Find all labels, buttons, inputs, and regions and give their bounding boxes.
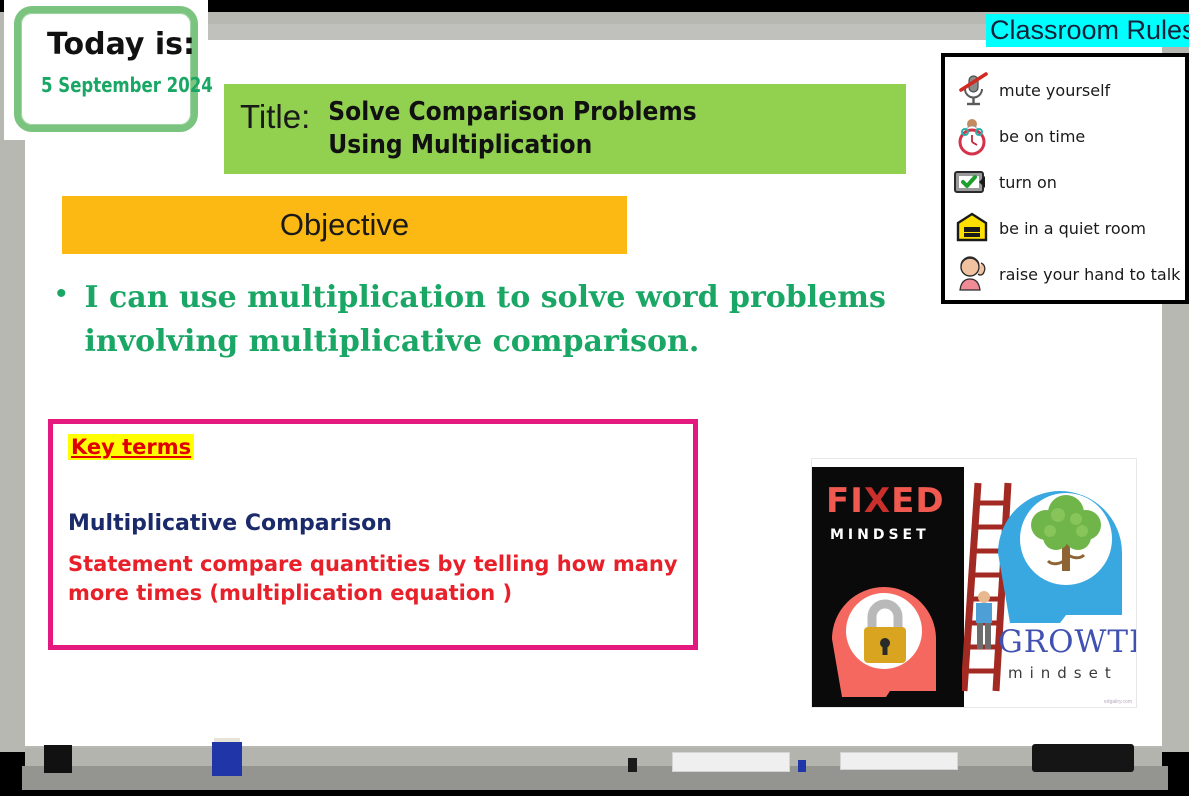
rule-item-quiet-room: be in a quiet room [953, 205, 1177, 251]
rule-label-on-time: be on time [999, 126, 1086, 146]
key-terms-heading: Key terms [68, 434, 195, 460]
fixed-mindset-title: FIXED [826, 481, 945, 521]
fixed-mindset-subtitle: MINDSET [830, 527, 930, 543]
muted-microphone-icon [953, 70, 993, 110]
classroom-rules-title: Classroom Rules [986, 14, 1189, 47]
today-is-card-border: Today is: 5 September 2024 [14, 6, 213, 132]
rule-label-quiet-room: be in a quiet room [999, 218, 1146, 238]
objective-bullet-row: • I can use multiplication to solve word… [56, 276, 916, 365]
mindset-image-credit: edgaliry.com [1104, 699, 1132, 705]
rule-item-on-time: be on time [953, 113, 1177, 159]
today-date-text: 5 September 2024 [41, 73, 213, 97]
objective-heading: Objective [279, 207, 410, 242]
lesson-title-text: Solve Comparison Problems Using Multipli… [328, 96, 696, 163]
rule-label-raise-hand: raise your hand to talk [999, 264, 1181, 284]
blue-marker[interactable] [212, 742, 242, 776]
blue-pen[interactable] [798, 760, 806, 772]
whiteboard-eraser-1[interactable] [672, 752, 790, 772]
quiet-zone-sign-icon [953, 208, 993, 248]
lesson-title-banner: Title: Solve Comparison Problems Using M… [224, 84, 906, 174]
bullet-icon: • [56, 277, 67, 310]
fixed-title-part-1: FI [826, 481, 864, 521]
black-eraser[interactable] [1032, 744, 1134, 772]
key-term-definition: Statement compare quantities by telling … [68, 552, 678, 605]
lesson-title-line-1: Solve Comparison Problems [328, 96, 697, 127]
clock-icon [953, 116, 993, 156]
today-is-label: Today is: [47, 27, 196, 62]
rule-item-mute: mute yourself [953, 67, 1177, 113]
black-marker[interactable] [44, 745, 72, 773]
raise-hand-icon [953, 254, 993, 294]
classroom-rules-panel: mute yourself be on time turn on be in a… [941, 53, 1189, 304]
locked-head-illustration [832, 587, 936, 697]
key-term-name: Multiplicative Comparison [68, 511, 392, 536]
fixed-title-part-2: X [863, 481, 892, 521]
black-pen[interactable] [628, 758, 637, 772]
fixed-vs-growth-mindset-image: FIXED MINDSET GROWT mindset edgaliry.com [811, 458, 1137, 708]
rule-label-mute: mute yourself [999, 80, 1111, 100]
marker-tray-front [22, 766, 1168, 790]
rule-item-raise-hand: raise your hand to talk [953, 251, 1181, 297]
rule-item-turn-on: turn on [953, 159, 1177, 205]
key-terms-box: Key terms Multiplicative Comparison Stat… [48, 419, 698, 650]
growth-mindset-title: GROWTH [998, 624, 1136, 660]
growth-head-illustration [998, 491, 1122, 623]
video-on-icon [953, 162, 993, 202]
objective-banner: Objective [62, 196, 627, 254]
lesson-title-line-2: Using Multiplication [328, 130, 593, 160]
fixed-title-part-3: ED [891, 481, 945, 521]
title-prefix-label: Title: [240, 98, 311, 135]
today-is-card: Today is: 5 September 2024 [4, 0, 213, 140]
whiteboard-eraser-2[interactable] [840, 752, 958, 770]
rule-label-turn-on: turn on [999, 172, 1057, 192]
objective-statement: I can use multiplication to solve word p… [84, 280, 886, 360]
growth-mindset-subtitle: mindset [1008, 664, 1118, 682]
